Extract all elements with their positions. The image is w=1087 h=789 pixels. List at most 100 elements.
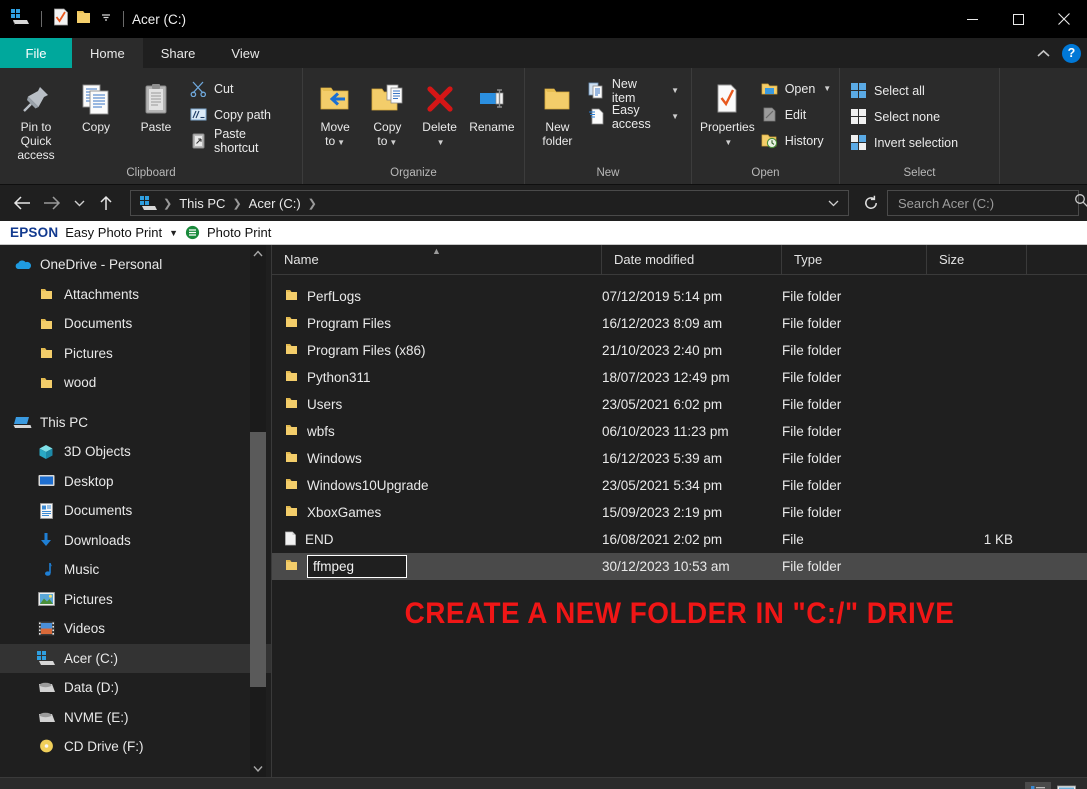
sidebar-item-documents-onedrive[interactable]: Documents [0,309,272,339]
history-button[interactable]: History [757,128,838,153]
back-button[interactable] [8,189,36,217]
table-row[interactable]: Windows 16/12/2023 5:39 am File folder [272,445,1087,472]
sidebar-item-acer-c[interactable]: Acer (C:) [0,644,272,674]
breadcrumb-root-icon[interactable] [139,195,160,211]
ribbon-group-label-open: Open [692,167,839,184]
sidebar-item-data-d[interactable]: Data (D:) [0,673,272,703]
customize-qat-icon[interactable] [100,10,112,28]
table-row[interactable]: Windows10Upgrade 23/05/2021 5:34 pm File… [272,472,1087,499]
select-all-button[interactable]: Select all [846,78,964,103]
sidebar-item-nvme-e[interactable]: NVME (E:) [0,703,272,733]
tab-view[interactable]: View [213,38,277,68]
breadcrumb[interactable]: ❯ This PC ❯ Acer (C:) ❯ [130,190,849,216]
move-to-button[interactable]: Move to▼ [309,74,361,153]
rename-input[interactable] [307,555,407,578]
search-icon[interactable] [1074,193,1087,213]
breadcrumb-item-acer-c[interactable]: Acer (C:) [245,194,305,213]
edit-button[interactable]: Edit [757,102,838,127]
sidebar-item-3d-objects[interactable]: 3D Objects [0,437,272,467]
table-row[interactable]: Users 23/05/2021 6:02 pm File folder [272,391,1087,418]
invert-selection-label: Invert selection [874,136,958,150]
copy-to-button[interactable]: Copy to▼ [361,74,413,153]
table-row[interactable]: wbfs 06/10/2023 11:23 pm File folder [272,418,1087,445]
breadcrumb-separator[interactable]: ❯ [162,197,173,210]
sidebar-item-documents[interactable]: Documents [0,496,272,526]
refresh-button[interactable] [857,189,885,217]
breadcrumb-separator[interactable]: ❯ [307,197,318,210]
new-item-button[interactable]: New item ▼ [584,78,685,103]
invert-selection-button[interactable]: Invert selection [846,130,964,155]
help-button[interactable]: ? [1062,44,1081,63]
sidebar-item-music[interactable]: Music [0,555,272,585]
table-row[interactable]: Program Files 16/12/2023 8:09 am File fo… [272,310,1087,337]
sidebar-item-attachments[interactable]: Attachments [0,280,272,310]
sidebar-scroll-track[interactable] [250,262,266,760]
copy-button[interactable]: Copy [66,74,126,139]
sidebar-item-this-pc[interactable]: This PC [0,408,272,438]
sidebar-item-wood[interactable]: wood [0,368,272,398]
up-button[interactable] [92,189,120,217]
tab-home[interactable]: Home [72,38,143,68]
new-folder-button[interactable]: New folder [531,74,584,153]
easy-access-button[interactable]: Easy access ▼ [584,104,685,129]
table-row[interactable]: END 16/08/2021 2:02 pm File 1 KB [272,526,1087,553]
table-row[interactable]: Python311 18/07/2023 12:49 pm File folde… [272,364,1087,391]
cut-button[interactable]: Cut [186,76,296,101]
maximize-button[interactable] [995,0,1041,38]
epson-menu-button[interactable]: Easy Photo Print [65,225,162,240]
select-none-button[interactable]: Select none [846,104,964,129]
file-name-cell: Users [272,396,602,413]
pin-to-quick-access-button[interactable]: Pin to Quick access [6,74,66,166]
scroll-down-button[interactable] [253,760,263,777]
column-header-name[interactable]: ▲ Name [272,245,602,274]
photo-print-button[interactable]: Photo Print [207,225,271,240]
sidebar-scrollbar[interactable] [250,245,266,777]
paste-shortcut-button[interactable]: Paste shortcut [186,128,296,153]
chevron-up-icon[interactable] [1032,42,1054,64]
sidebar-item-desktop[interactable]: Desktop [0,467,272,497]
paste-label: Paste [141,121,172,135]
details-view-button[interactable] [1025,782,1051,789]
sidebar-item-videos[interactable]: Videos [0,614,272,644]
column-header-date-modified[interactable]: Date modified [602,245,782,274]
sidebar-scroll-thumb[interactable] [250,432,266,687]
table-row[interactable]: Program Files (x86) 21/10/2023 2:40 pm F… [272,337,1087,364]
search-box[interactable] [887,190,1079,216]
pc-drive-icon[interactable] [10,8,30,31]
sidebar-item-pictures[interactable]: Pictures [0,585,272,615]
table-row[interactable]: 30/12/2023 10:53 am File folder [272,553,1087,580]
column-header-type[interactable]: Type [782,245,927,274]
delete-button[interactable]: Delete▼ [414,74,466,153]
table-row[interactable]: XboxGames 15/09/2023 2:19 pm File folder [272,499,1087,526]
address-dropdown-button[interactable] [822,189,844,217]
sidebar-item-downloads[interactable]: Downloads [0,526,272,556]
drive-icon [36,678,56,698]
properties-check-icon[interactable] [53,8,69,31]
new-folder-icon[interactable] [76,9,93,30]
chevron-down-icon[interactable]: ▼ [169,228,178,238]
breadcrumb-item-this-pc[interactable]: This PC [175,194,229,213]
large-icons-view-button[interactable] [1053,782,1079,789]
copy-path-button[interactable]: Copy path [186,102,296,127]
scroll-up-button[interactable] [253,245,263,262]
copy-path-label: Copy path [214,108,271,122]
new-item-label: New item [612,77,663,105]
photo-print-icon[interactable] [185,225,200,240]
close-button[interactable] [1041,0,1087,38]
sidebar-item-pictures-onedrive[interactable]: Pictures [0,339,272,369]
tab-share[interactable]: Share [143,38,214,68]
minimize-button[interactable] [949,0,995,38]
recent-locations-button[interactable] [68,189,90,217]
tab-file[interactable]: File [0,38,72,68]
paste-button[interactable]: Paste [126,74,186,139]
sidebar-item-cd-drive-f[interactable]: CD Drive (F:) [0,732,272,762]
table-row[interactable]: PerfLogs 07/12/2019 5:14 pm File folder [272,283,1087,310]
breadcrumb-separator[interactable]: ❯ [231,197,242,210]
search-input[interactable] [898,196,1074,211]
sidebar-item-onedrive[interactable]: OneDrive - Personal [0,250,272,280]
forward-button[interactable] [38,189,66,217]
open-button[interactable]: Open ▼ [757,76,838,101]
rename-button[interactable]: Rename [466,74,518,139]
column-header-size[interactable]: Size [927,245,1027,274]
properties-button[interactable]: Properties▼ [698,74,757,153]
